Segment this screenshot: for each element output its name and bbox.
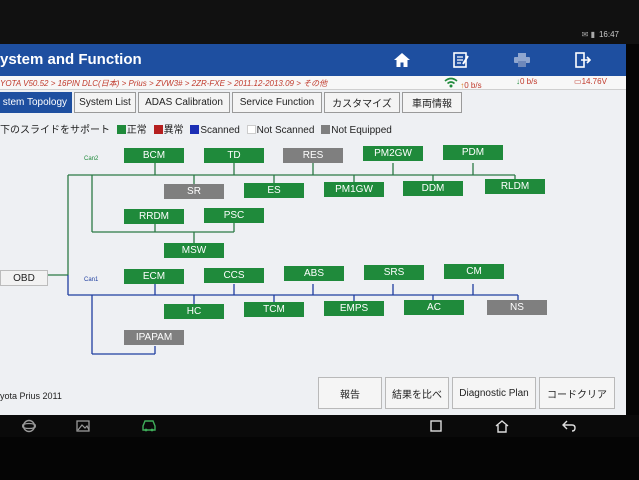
legend-item: Not Equipped <box>321 125 392 136</box>
ecu-node-ns[interactable]: NS <box>487 300 547 315</box>
legend-swatch <box>190 125 200 134</box>
ecu-node-ac[interactable]: AC <box>404 300 464 315</box>
voltage-value: 14.76V <box>581 77 607 86</box>
download-indicator: ↓0 b/s <box>516 77 537 86</box>
compare-results-button[interactable]: 結果を比べ <box>385 377 449 409</box>
ecu-node-td[interactable]: TD <box>204 148 264 163</box>
home-icon <box>394 53 410 67</box>
report-icon <box>453 52 469 68</box>
recents-button[interactable] <box>427 417 445 435</box>
legend-swatch <box>116 125 126 134</box>
ecu-node-rrdm[interactable]: RRDM <box>124 209 184 224</box>
vehicle-info-bar: YOTA V50.52 > 16PIN DLC(日本) > Prius > ZV… <box>0 76 626 90</box>
legend-item: 正常 <box>116 125 147 136</box>
legend-item: Not Scanned <box>246 125 314 136</box>
tab-service-function[interactable]: Service Function <box>232 92 322 113</box>
ecu-node-bcm[interactable]: BCM <box>124 148 184 163</box>
android-nav-bar <box>0 415 639 437</box>
ecu-node-msw[interactable]: MSW <box>164 243 224 258</box>
ecu-node-cm[interactable]: CM <box>444 264 504 279</box>
ecu-node-pm1gw[interactable]: PM1GW <box>324 182 384 197</box>
tab-system-topology[interactable]: stem Topology <box>0 92 72 113</box>
legend-item: 異常 <box>153 125 184 136</box>
home-button[interactable] <box>389 48 415 72</box>
ecu-node-ccs[interactable]: CCS <box>204 268 264 283</box>
ecu-node-sr[interactable]: SR <box>164 184 224 199</box>
recents-icon <box>430 420 442 432</box>
report-footer-button[interactable]: 報告 <box>318 377 382 409</box>
upload-speed: 0 b/s <box>464 81 482 90</box>
legend-swatch <box>246 125 256 134</box>
report-button[interactable] <box>448 48 474 72</box>
home-nav-button[interactable] <box>493 417 511 435</box>
app-screen: ystem and Function YOTA V50.52 > 16PIN D… <box>0 44 626 415</box>
can2-label: Can2 <box>84 156 99 162</box>
print-button[interactable] <box>509 48 535 72</box>
status-icons: ✉ ▮ <box>581 30 595 39</box>
tab-customize[interactable]: カスタマイズ <box>324 92 400 113</box>
print-icon <box>514 53 530 67</box>
download-speed: 0 b/s <box>520 77 538 86</box>
battery-icon: ▭ <box>574 77 582 86</box>
ecu-node-ecm[interactable]: ECM <box>124 269 184 284</box>
wifi-indicator: ↑0 b/s <box>444 77 482 90</box>
device-status-bar: ✉ ▮ 16:47 <box>0 0 639 44</box>
exit-button[interactable] <box>570 48 596 72</box>
status-legend: 下のスライドをサポート 正常 異常 Scanned Not Scanned No… <box>0 121 396 136</box>
voltage-indicator: ▭14.76V <box>574 77 607 86</box>
ecu-node-tcm[interactable]: TCM <box>244 302 304 317</box>
ecu-node-emps[interactable]: EMPS <box>324 301 384 316</box>
ecu-node-es[interactable]: ES <box>244 183 304 198</box>
ecu-node-res[interactable]: RES <box>283 148 343 163</box>
legend-swatch <box>321 125 331 134</box>
page-title: ystem and Function <box>0 51 142 68</box>
car-icon <box>142 420 156 432</box>
ecu-node-pm2gw[interactable]: PM2GW <box>363 146 423 161</box>
tab-bar: stem Topology System List ADAS Calibrati… <box>0 92 626 114</box>
exit-icon <box>575 52 591 68</box>
vehicle-path: YOTA V50.52 > 16PIN DLC(日本) > Prius > ZV… <box>0 79 328 88</box>
diagnostic-plan-button[interactable]: Diagnostic Plan <box>452 377 536 409</box>
clear-codes-button[interactable]: コードクリア <box>539 377 615 409</box>
globe-icon <box>22 419 36 433</box>
gallery-button[interactable] <box>74 417 92 435</box>
legend-prefix: 下のスライドをサポート <box>0 125 110 136</box>
clock: 16:47 <box>598 30 619 39</box>
can1-label: Can1 <box>84 277 99 283</box>
wifi-icon <box>444 77 458 88</box>
legend-item: Scanned <box>190 125 240 136</box>
obd-port[interactable]: OBD <box>0 270 48 286</box>
ecu-node-ddm[interactable]: DDM <box>403 181 463 196</box>
legend-swatch <box>153 125 163 134</box>
tab-system-list[interactable]: System List <box>74 92 136 113</box>
ecu-node-abs[interactable]: ABS <box>284 266 344 281</box>
vehicle-name: yota Prius 2011 <box>0 391 62 401</box>
ecu-node-rldm[interactable]: RLDM <box>485 179 545 194</box>
back-button[interactable] <box>560 417 578 435</box>
image-icon <box>76 420 90 432</box>
back-icon <box>562 420 576 432</box>
ecu-node-psc[interactable]: PSC <box>204 208 264 223</box>
app-header: ystem and Function <box>0 44 626 76</box>
ecu-node-ipapam[interactable]: IPAPAM <box>124 330 184 345</box>
tab-adas-calibration[interactable]: ADAS Calibration <box>138 92 230 113</box>
home-nav-icon <box>495 419 509 433</box>
vci-button[interactable] <box>140 417 158 435</box>
ecu-node-pdm[interactable]: PDM <box>443 145 503 160</box>
ecu-node-srs[interactable]: SRS <box>364 265 424 280</box>
browser-button[interactable] <box>20 417 38 435</box>
ecu-node-hc[interactable]: HC <box>164 304 224 319</box>
tab-vehicle-info[interactable]: 車両情報 <box>402 92 462 113</box>
